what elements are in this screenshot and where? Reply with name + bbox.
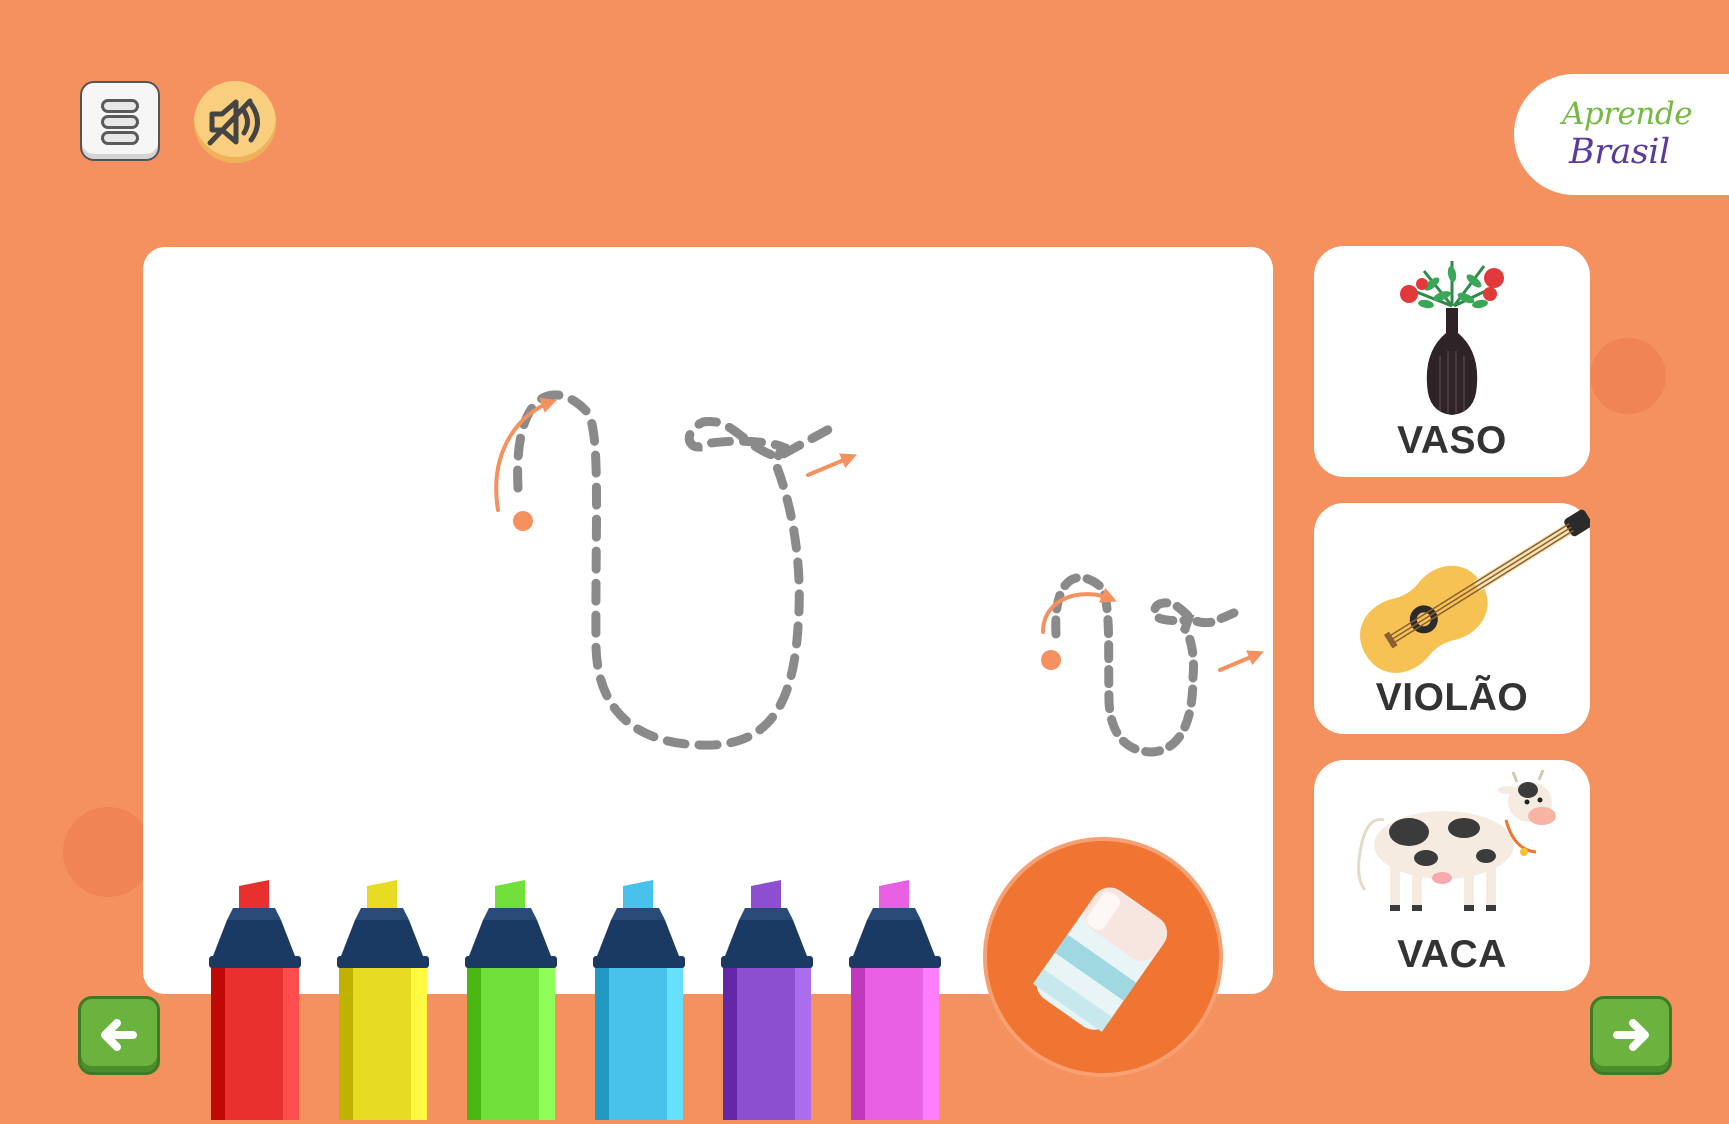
brand-logo: Aprende Brasil (1514, 74, 1729, 195)
previous-button[interactable] (78, 996, 160, 1075)
menu-button[interactable] (80, 81, 160, 161)
arrow-right-icon (1613, 1019, 1649, 1051)
large-direction-arrow (494, 397, 558, 512)
marker-red[interactable] (205, 880, 305, 1124)
sound-toggle-button[interactable] (194, 81, 276, 163)
word-label: VIOLÃO (1375, 676, 1529, 719)
small-start-dot (1041, 650, 1061, 670)
marker-pink[interactable] (845, 880, 945, 1124)
word-card-vaso[interactable]: VASO (1314, 246, 1590, 477)
word-card-violao[interactable]: VIOLÃO (1314, 503, 1590, 734)
marker-green[interactable] (461, 880, 561, 1124)
marker-purple[interactable] (717, 880, 817, 1124)
marker-yellow[interactable] (333, 880, 433, 1124)
decor-circle (63, 807, 153, 897)
word-card-vaca[interactable]: VACA (1314, 760, 1590, 991)
decor-circle (1590, 338, 1666, 414)
vase-icon (1400, 261, 1504, 415)
next-button[interactable] (1590, 996, 1672, 1075)
word-label: VACA (1397, 933, 1507, 976)
large-exit-arrow (806, 453, 857, 477)
large-letter-guide (513, 390, 838, 750)
guitar-icon (1360, 509, 1590, 673)
marker-blue[interactable] (589, 880, 689, 1124)
sound-muted-icon (207, 98, 260, 146)
large-start-dot (513, 511, 533, 531)
small-exit-arrow (1218, 650, 1264, 672)
cow-icon (1357, 769, 1556, 911)
eraser-button[interactable] (983, 837, 1223, 1077)
eraser-icon (1033, 887, 1168, 1032)
brand-line-1: Aprende (1562, 96, 1693, 132)
small-letter-guide (1051, 573, 1248, 757)
word-label: VASO (1397, 419, 1507, 462)
arrow-left-icon (101, 1019, 137, 1051)
brand-line-2: Brasil (1569, 132, 1670, 172)
